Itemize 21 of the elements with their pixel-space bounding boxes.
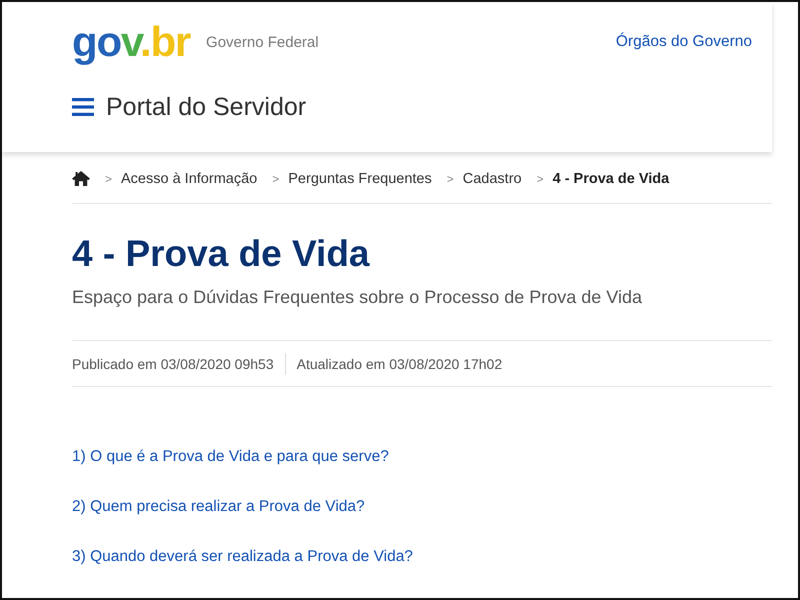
question-link[interactable]: 3) Quando deverá ser realizada a Prova de Vida? [72, 545, 413, 569]
page-description: Espaço para o Dúvidas Frequentes sobre o Processo de Prova de Vida [72, 286, 642, 309]
breadcrumb-link[interactable]: Cadastro [462, 170, 522, 186]
home-icon[interactable] [72, 171, 90, 186]
breadcrumb-separator: > [446, 172, 454, 186]
header-link[interactable]: Órgãos do Governo [616, 33, 752, 51]
breadcrumb-separator: > [272, 172, 280, 186]
breadcrumb-link[interactable]: Perguntas Frequentes [288, 170, 432, 186]
site-title: Portal do Servidor [106, 92, 306, 122]
menu-icon[interactable] [72, 98, 94, 116]
question-link[interactable]: 1) O que é a Prova de Vida e para que serve? [72, 445, 389, 469]
breadcrumb-separator: > [536, 172, 544, 186]
logo[interactable]: gov.br [72, 21, 190, 63]
published-date: Publicado em 03/08/2020 09h53 [72, 356, 274, 372]
logo-tagline: Governo Federal [206, 34, 319, 50]
question-link[interactable]: 2) Quem precisa realizar a Prova de Vida? [72, 495, 365, 519]
breadcrumb-link[interactable]: Acesso à Informação [121, 170, 258, 186]
updated-date: Atualizado em 03/08/2020 17h02 [296, 356, 502, 372]
breadcrumb-current: 4 - Prova de Vida [552, 170, 670, 186]
page-title: 4 - Prova de Vida [72, 232, 370, 276]
breadcrumb-separator: > [105, 172, 112, 186]
